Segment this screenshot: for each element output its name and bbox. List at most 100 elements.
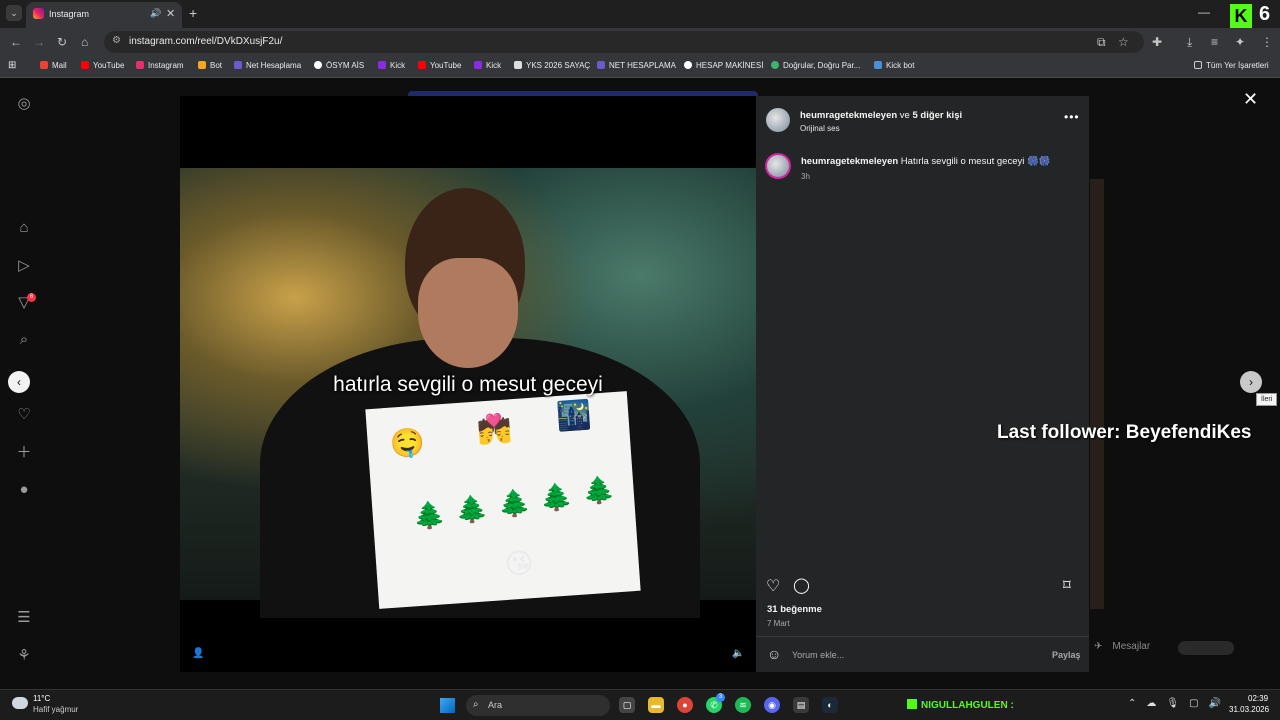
comment-bubble-icon[interactable]: ◯ <box>793 576 810 594</box>
emoji-sign: 🤤 💏 🌃 🌲 🌲 🌲 🌲 🌲 😘 <box>365 391 641 609</box>
reading-list-icon[interactable]: ≡ <box>1211 35 1218 49</box>
like-heart-icon[interactable]: ♡ <box>766 576 780 596</box>
home-icon[interactable]: ⌂ <box>81 35 88 49</box>
divider <box>756 636 1089 637</box>
new-tab-button[interactable]: + <box>189 5 197 21</box>
header-username[interactable]: heumragetekmeleyen ve 5 diğer kişi <box>800 110 962 121</box>
kick-icon <box>907 699 917 709</box>
threads-icon[interactable]: ⚘ <box>15 647 33 665</box>
next-tooltip: İleri <box>1256 393 1278 406</box>
apps-grid-icon[interactable]: ⊞ <box>8 60 16 71</box>
next-reel-button[interactable]: › <box>1240 371 1262 393</box>
bookmark-kick-bot[interactable]: Kick bot <box>874 61 914 70</box>
emoji-kiss-couple: 💏 <box>475 412 513 446</box>
previous-reel-button[interactable]: ‹ <box>8 371 30 393</box>
bookmark-instagram[interactable]: Instagram <box>136 61 184 70</box>
download-icon[interactable]: ⤓ <box>1187 35 1192 50</box>
messages-icon: ✈ <box>1094 641 1103 652</box>
clock-date[interactable]: 31.03.2026 <box>1229 705 1269 714</box>
tab-close-button[interactable]: ✕ <box>166 7 175 20</box>
tab-instagram[interactable]: Instagram 🔊 ✕ <box>26 2 182 28</box>
file-explorer-icon[interactable]: ▬ <box>648 697 664 713</box>
tab-list-button[interactable]: ⌄ <box>6 5 22 21</box>
spotify-icon[interactable]: ≋ <box>735 697 751 713</box>
messages-button[interactable]: ✈ Mesajlar <box>1094 641 1150 652</box>
bookmark-youtube[interactable]: YouTube <box>81 61 124 70</box>
close-modal-button[interactable]: ✕ <box>1243 89 1258 110</box>
bookmark-star-icon[interactable]: ☆ <box>1118 35 1129 49</box>
reload-icon[interactable]: ↻ <box>57 35 67 49</box>
windows-start-icon[interactable] <box>440 698 455 713</box>
reel-video[interactable]: 🤤 💏 🌃 🌲 🌲 🌲 🌲 🌲 😘 hatırla sevgili o mesu… <box>180 96 756 672</box>
tagged-user-icon[interactable]: 👤 <box>192 648 204 659</box>
caption: heumragetekmeleyen Hatırla sevgili o mes… <box>801 156 1051 167</box>
app-icon[interactable]: ▤ <box>793 697 809 713</box>
bookmark-dogrular[interactable]: Doğrular, Doğru Par... <box>771 61 860 70</box>
chrome-icon[interactable]: ● <box>677 697 693 713</box>
bookmark-yks-sayac[interactable]: YKS 2026 SAYAÇ <box>514 61 590 70</box>
reels-icon[interactable]: ▷ <box>15 257 33 275</box>
emoji-picker-icon[interactable]: ☺ <box>767 646 781 662</box>
instagram-logo-icon[interactable]: ◎ <box>15 95 33 113</box>
forward-icon[interactable]: → <box>33 35 45 49</box>
more-options-button[interactable]: ••• <box>1064 110 1080 124</box>
heart-icon[interactable]: ♡ <box>15 406 33 424</box>
bookmark-net-hesaplama[interactable]: Net Hesaplama <box>234 61 301 70</box>
bookmark-youtube-2[interactable]: YouTube <box>418 61 461 70</box>
discord-icon[interactable]: ◉ <box>764 697 780 713</box>
caption-avatar[interactable] <box>765 153 791 179</box>
site-info-icon[interactable]: ⚙ <box>112 35 121 46</box>
volume-icon[interactable]: 🔈 <box>732 648 744 659</box>
weather-temperature[interactable]: 11°C <box>33 694 50 703</box>
caption-username[interactable]: heumragetekmeleyen <box>801 156 898 167</box>
like-count[interactable]: 31 beğenme <box>767 604 822 615</box>
message-avatars[interactable] <box>1178 641 1234 655</box>
profile-avatar-icon[interactable]: ● <box>15 481 33 499</box>
more-menu-icon[interactable]: ☰ <box>15 609 33 627</box>
all-bookmarks-folder[interactable]: Tüm Yer İşaretleri <box>1194 61 1269 70</box>
tab-title: Instagram <box>49 9 90 19</box>
bookmark-kick-2[interactable]: Kick <box>474 61 501 70</box>
system-tray[interactable]: ⌃☁🎙▢🔊 <box>1128 698 1231 709</box>
address-bar[interactable]: ⚙ instagram.com/reel/DVkDXusjF2u/ <box>104 31 1144 53</box>
bookmark-mail[interactable]: Mail <box>40 61 67 70</box>
instagram-page: ◎ ⌂ ▷ ▽ 6 ⌕ ♡ ＋ ● ☰ ⚘ ‹ › İleri ✕ 🤤 💏 🌃 … <box>0 79 1280 689</box>
emoji-tree-1: 🌲 <box>411 499 447 532</box>
bookmark-kick[interactable]: Kick <box>378 61 405 70</box>
save-bookmark-icon[interactable]: ⌑ <box>1063 576 1071 594</box>
emoji-tree-3: 🌲 <box>497 487 532 520</box>
share-button[interactable]: Paylaş <box>1052 650 1081 660</box>
home-icon[interactable]: ⌂ <box>15 219 33 237</box>
windows-taskbar: 11°C Hafif yağmur ⌕ Ara ▢ ▬ ● ✆ 3 ≋ ◉ ▤ … <box>0 689 1280 720</box>
video-person-face <box>418 258 518 368</box>
install-app-icon[interactable]: ⧉ <box>1097 35 1106 50</box>
weather-condition[interactable]: Hafif yağmur <box>33 705 78 714</box>
browser-toolbar: ← → ↻ ⌂ ⚙ instagram.com/reel/DVkDXusjF2u… <box>0 28 1280 56</box>
bookmark-hesap-makinesi[interactable]: HESAP MAKİNESİ <box>684 61 763 70</box>
taskbar-search[interactable]: ⌕ Ara <box>466 695 610 716</box>
bookmark-osym[interactable]: ÖSYM AİS <box>314 61 364 70</box>
back-icon[interactable]: ← <box>10 35 22 49</box>
url-text[interactable]: instagram.com/reel/DVkDXusjF2u/ <box>129 36 282 47</box>
video-frame: 🤤 💏 🌃 🌲 🌲 🌲 🌲 🌲 😘 hatırla sevgili o mesu… <box>180 168 756 659</box>
clock-time[interactable]: 02:39 <box>1248 694 1268 703</box>
comment-input[interactable] <box>792 648 1042 662</box>
whatsapp-badge: 3 <box>716 693 725 702</box>
instagram-favicon-icon <box>33 8 44 19</box>
steam-icon[interactable]: ◐ <box>822 697 838 713</box>
emoji-tree-2: 🌲 <box>454 493 489 526</box>
menu-icon[interactable]: ⋮ <box>1261 35 1273 49</box>
speaker-icon[interactable]: 🔊 <box>150 8 161 19</box>
original-audio-link[interactable]: Orijinal ses <box>800 124 840 133</box>
cloud-rain-icon[interactable] <box>12 697 28 709</box>
create-icon[interactable]: ＋ <box>15 444 33 462</box>
emoji-tree-5: 🌲 <box>581 474 616 507</box>
minimize-button[interactable]: — <box>1198 5 1210 19</box>
bookmark-bot[interactable]: Bot <box>198 61 222 70</box>
search-icon[interactable]: ⌕ <box>15 331 33 349</box>
profile-icon[interactable]: ✦ <box>1235 35 1245 49</box>
header-avatar[interactable] <box>766 108 790 132</box>
task-view-icon[interactable]: ▢ <box>619 697 635 713</box>
extensions-icon[interactable]: ✚ <box>1152 35 1162 49</box>
bookmark-net-hesaplama-2[interactable]: NET HESAPLAMA <box>597 61 676 70</box>
